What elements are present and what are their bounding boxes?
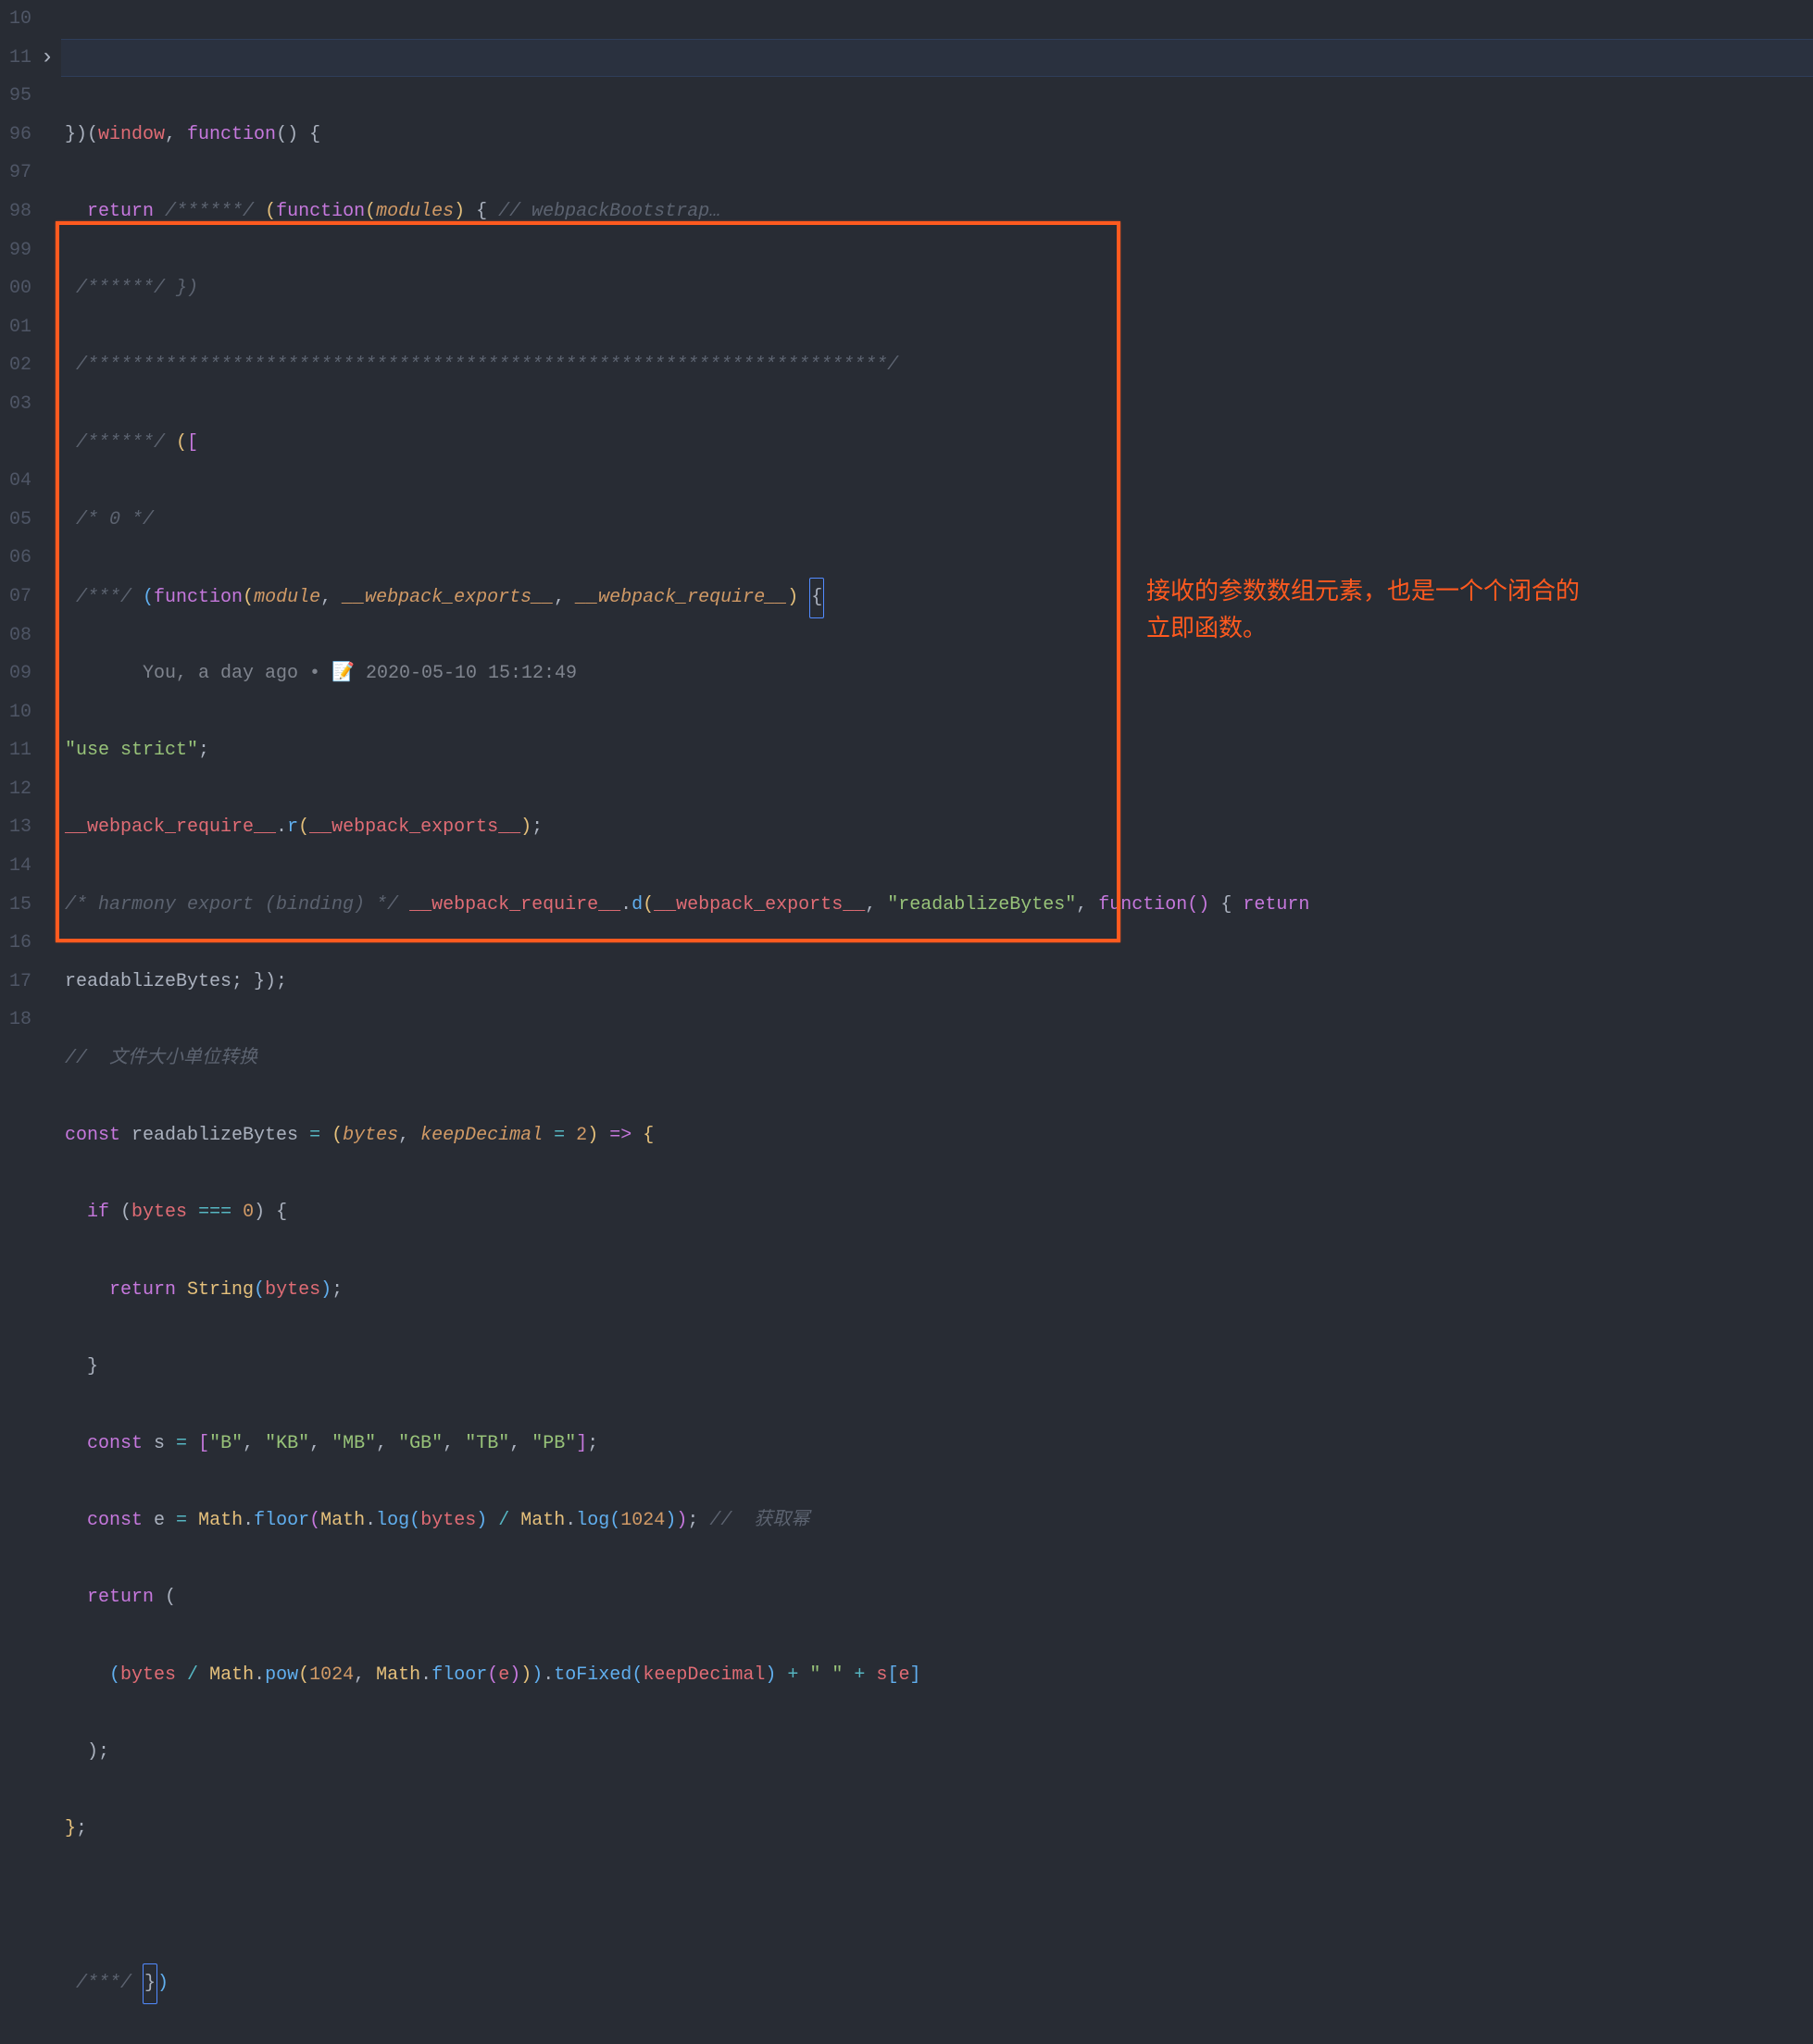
line-number: 98	[0, 193, 31, 231]
line-number: 11	[0, 731, 31, 770]
line-number: 06	[0, 539, 31, 578]
annotation-text: 接收的参数数组元素，也是一个个闭合的 立即函数。	[1146, 572, 1628, 646]
line-number: 07	[0, 578, 31, 617]
code-line: return /******/ (function(modules) { // …	[65, 193, 1813, 231]
matching-brace: {	[809, 578, 824, 618]
line-number	[0, 424, 31, 463]
line-number: 05	[0, 501, 31, 540]
line-number: 13	[0, 808, 31, 847]
line-number: 02	[0, 346, 31, 385]
code-line: return (	[65, 1578, 1813, 1617]
code-line: if (bytes === 0) {	[65, 1193, 1813, 1232]
code-line: // 文件大小单位转换	[65, 1040, 1813, 1078]
line-number: 10	[0, 693, 31, 732]
code-line: /******/ })	[65, 269, 1813, 308]
line-number: 96	[0, 116, 31, 155]
code-line: /***************************************…	[65, 346, 1813, 385]
line-number-gutter: 1011959697989900010203040506070809101112…	[0, 0, 33, 1022]
code-area[interactable]: })(window, function() { return /******/ …	[61, 0, 1813, 1022]
code-editor[interactable]: 1011959697989900010203040506070809101112…	[0, 0, 1813, 1022]
code-line: const e = Math.floor(Math.log(bytes) / M…	[65, 1502, 1813, 1540]
code-line: };	[65, 1810, 1813, 1849]
code-line: "use strict";	[65, 731, 1813, 770]
code-line: const readablizeBytes = (bytes, keepDeci…	[65, 1116, 1813, 1155]
code-lens-line: You, a day ago • 📝 2020-05-10 15:12:49	[65, 654, 1813, 693]
code-line: const s = ["B", "KB", "MB", "GB", "TB", …	[65, 1425, 1813, 1464]
code-line: readablizeBytes; });	[65, 963, 1813, 1002]
code-line: return String(bytes);	[65, 1271, 1813, 1310]
code-line: /******/ ]);	[65, 2040, 1813, 2044]
code-line: /* 0 */	[65, 501, 1813, 540]
code-line	[65, 1887, 1813, 1926]
line-number: 99	[0, 231, 31, 270]
fold-gutter: ›	[33, 0, 61, 1022]
code-line: /***/ })	[65, 1963, 1813, 2002]
line-number: 03	[0, 385, 31, 424]
code-line: );	[65, 1733, 1813, 1772]
line-number: 95	[0, 77, 31, 116]
code-line: /* harmony export (binding) */ __webpack…	[65, 886, 1813, 925]
line-number: 14	[0, 847, 31, 886]
line-number: 12	[0, 770, 31, 809]
code-line: /******/ ([	[65, 424, 1813, 463]
matching-brace: }	[143, 1963, 157, 2004]
line-number: 16	[0, 924, 31, 963]
line-number: 11	[0, 39, 31, 78]
line-number: 08	[0, 617, 31, 655]
line-number: 10	[0, 0, 31, 39]
line-number: 17	[0, 963, 31, 1002]
code-line: }	[65, 1348, 1813, 1387]
line-number: 97	[0, 154, 31, 193]
code-line: __webpack_require__.r(__webpack_exports_…	[65, 808, 1813, 847]
line-number: 00	[0, 269, 31, 308]
fold-chevron-icon[interactable]: ›	[33, 39, 61, 78]
code-line: })(window, function() {	[65, 116, 1813, 155]
line-number: 15	[0, 886, 31, 925]
line-number: 18	[0, 1001, 31, 1040]
line-number: 01	[0, 308, 31, 347]
line-number: 04	[0, 462, 31, 501]
line-number: 09	[0, 654, 31, 693]
pencil-icon: 📝	[331, 663, 355, 684]
code-line: (bytes / Math.pow(1024, Math.floor(e))).…	[65, 1656, 1813, 1695]
git-blame-annotation: You, a day ago • 📝 2020-05-10 15:12:49	[143, 663, 577, 684]
active-line-indicator	[61, 39, 1813, 78]
